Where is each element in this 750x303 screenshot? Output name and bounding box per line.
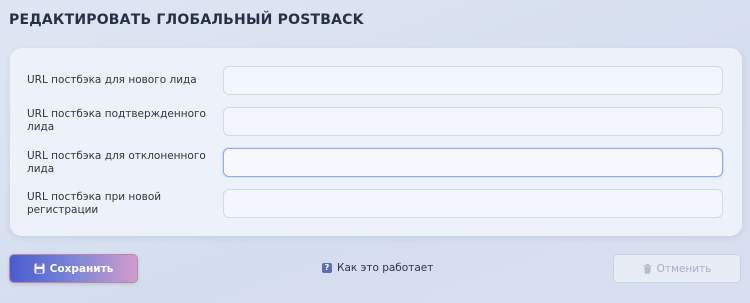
field-label-new-lead: URL постбэка для нового лида [27,74,197,86]
form-row-rejected-lead: URL постбэка для отклоненного лида [10,148,742,177]
form-row-new-lead: URL постбэка для нового лида [10,66,742,95]
save-button-label: Сохранить [49,262,114,275]
form-row-confirmed-lead: URL постбэка подтвержденного лида [10,107,742,136]
field-label-new-registration: URL постбэка при новой регистрации [27,191,162,216]
rejected-lead-url-input[interactable] [223,148,723,177]
field-label-rejected-lead: URL постбэка для отклоненного лида [27,150,206,175]
how-it-works-label: Как это работает [337,262,434,274]
new-registration-url-input[interactable] [223,189,723,218]
field-label-confirmed-lead: URL постбэка подтвержденного лида [27,108,206,133]
new-lead-url-input[interactable] [223,66,723,95]
save-button[interactable]: Сохранить [9,254,138,283]
postback-form-card: URL постбэка для нового лида URL постбэк… [10,48,742,236]
how-it-works-link[interactable]: ? Как это работает [322,262,433,274]
question-mark-icon: ? [322,263,332,273]
confirmed-lead-url-input[interactable] [223,107,723,136]
form-row-new-registration: URL постбэка при новой регистрации [10,189,742,218]
cancel-button[interactable]: Отменить [613,254,741,283]
page-title: РЕДАКТИРОВАТЬ ГЛОБАЛЬНЫЙ POSTBACK [9,12,364,28]
trash-icon [643,263,652,274]
floppy-disk-icon [34,263,45,274]
cancel-button-label: Отменить [656,262,712,275]
